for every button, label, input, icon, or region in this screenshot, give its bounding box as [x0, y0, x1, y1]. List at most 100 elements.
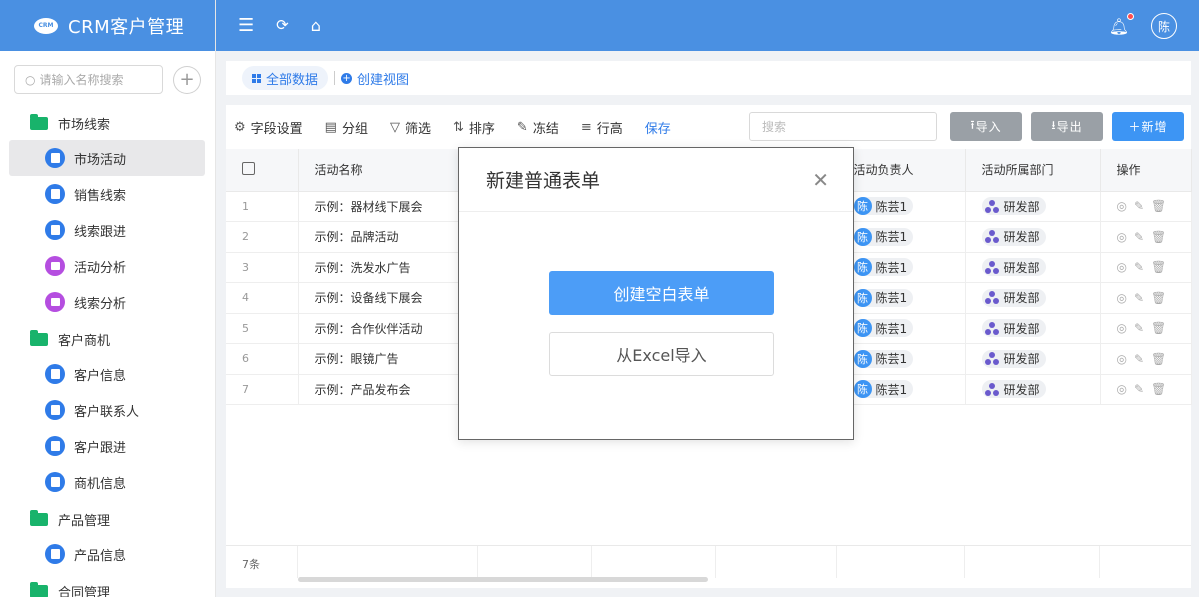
sidebar-item-opportunity[interactable]: 商机信息 [9, 464, 205, 500]
horizontal-scrollbar[interactable] [298, 577, 708, 582]
notification-dot [1127, 12, 1134, 20]
edit-icon[interactable]: ✎ [1134, 291, 1151, 305]
table-search-box[interactable] [749, 112, 937, 141]
view-icon[interactable]: ◎ [1117, 321, 1134, 335]
user-avatar-icon: 陈 [853, 197, 872, 216]
owner-cell[interactable]: 陈陈芸1 [837, 191, 966, 222]
sidebar-item-activity-analysis[interactable]: 活动分析 [9, 248, 205, 284]
form-icon [45, 472, 65, 492]
modal-header: 新建普通表单 ✕ [459, 148, 853, 212]
view-icon[interactable]: ◎ [1117, 291, 1134, 305]
sidebar-group-product[interactable]: 产品管理 [0, 502, 215, 536]
dept-cell[interactable]: 研发部 [965, 343, 1101, 375]
sidebar-item-market-activity[interactable]: 市场活动 [9, 140, 205, 176]
dept-cell[interactable]: 研发部 [965, 282, 1101, 314]
sidebar-item-lead-analysis[interactable]: 线索分析 [9, 284, 205, 320]
owner-name: 陈芸1 [875, 230, 908, 245]
checkbox[interactable] [242, 161, 255, 175]
home-icon[interactable]: ⌂ [311, 17, 321, 34]
sort-button[interactable]: ⇅ 排序 [453, 118, 495, 137]
trash-icon[interactable]: 🗑︎ [1151, 382, 1173, 396]
menu-icon[interactable]: ☰ [238, 16, 254, 35]
activity-name-cell[interactable]: 示例：产品发布会 [298, 374, 479, 405]
add-icon[interactable]: + [173, 65, 201, 94]
owner-cell[interactable]: 陈陈芸1 [837, 343, 966, 375]
label: 冻结 [532, 121, 559, 137]
trash-icon[interactable]: 🗑︎ [1151, 352, 1173, 366]
sidebar-group-contract[interactable]: 合同管理 [0, 574, 215, 597]
activity-name-cell[interactable]: 示例：合作伙伴活动 [298, 313, 479, 344]
dept-name: 研发部 [1003, 230, 1040, 244]
row-height-button[interactable]: ≡ 行高 [581, 118, 623, 137]
add-button[interactable]: ＋ 新增 [1112, 112, 1184, 141]
owner-cell[interactable]: 陈陈芸1 [837, 374, 966, 405]
edit-icon[interactable]: ✎ [1134, 321, 1151, 335]
edit-icon[interactable]: ✎ [1134, 382, 1151, 396]
activity-name-cell[interactable]: 示例：设备线下展会 [298, 282, 479, 314]
view-icon[interactable]: ◎ [1117, 260, 1134, 274]
trash-icon[interactable]: 🗑︎ [1151, 199, 1173, 213]
save-button[interactable]: 保存 [645, 118, 671, 137]
owner-name: 陈芸1 [875, 291, 908, 306]
activity-name-cell[interactable]: 示例：品牌活动 [298, 221, 479, 253]
field-settings-button[interactable]: ⚙ 字段设置 [234, 118, 303, 137]
import-excel-button[interactable]: 从Excel导入 [549, 332, 774, 376]
dept-cell[interactable]: 研发部 [965, 374, 1101, 405]
dept-cell[interactable]: 研发部 [965, 191, 1101, 222]
sidebar-item-product-info[interactable]: 产品信息 [9, 536, 205, 572]
edit-icon[interactable]: ✎ [1134, 199, 1151, 213]
table-search-input[interactable] [762, 119, 922, 134]
activity-name-cell[interactable]: 示例：器材线下展会 [298, 191, 479, 222]
view-all-data[interactable]: 全部数据 [242, 66, 329, 90]
sidebar-item-customer-info[interactable]: 客户信息 [9, 356, 205, 392]
dept-cell[interactable]: 研发部 [965, 252, 1101, 283]
owner-cell[interactable]: 陈陈芸1 [837, 282, 966, 314]
owner-cell[interactable]: 陈陈芸1 [837, 252, 966, 283]
dept-cell[interactable]: 研发部 [965, 313, 1101, 344]
user-avatar[interactable]: 陈 [1151, 13, 1177, 39]
trash-icon[interactable]: 🗑︎ [1151, 260, 1173, 274]
sidebar-group-customer[interactable]: 客户商机 [0, 322, 215, 356]
row-index: 2 [226, 221, 299, 253]
create-view-button[interactable]: + 创建视图 [341, 69, 409, 88]
view-icon[interactable]: ◎ [1117, 199, 1134, 213]
activity-name-cell[interactable]: 示例：眼镜广告 [298, 343, 479, 375]
crm-logo-icon: CRM [34, 17, 58, 34]
trash-icon[interactable]: 🗑︎ [1151, 291, 1173, 305]
view-icon[interactable]: ◎ [1117, 352, 1134, 366]
group-button[interactable]: ▤ 分组 [325, 118, 368, 137]
col-header-dept[interactable]: 活动所属部门 [965, 149, 1101, 192]
view-icon[interactable]: ◎ [1117, 382, 1134, 396]
close-icon[interactable]: ✕ [812, 168, 829, 192]
freeze-button[interactable]: ✎ 冻结 [517, 118, 559, 137]
col-header-owner[interactable]: 活动负责人 [837, 149, 966, 192]
create-blank-form-button[interactable]: 创建空白表单 [549, 271, 774, 315]
dept-cell[interactable]: 研发部 [965, 221, 1101, 253]
owner-cell[interactable]: 陈陈芸1 [837, 221, 966, 253]
sidebar-item-lead-followup[interactable]: 线索跟进 [9, 212, 205, 248]
col-header-name[interactable]: 活动名称 [298, 149, 479, 192]
sidebar-item-sales-leads[interactable]: 销售线索 [9, 176, 205, 212]
owner-cell[interactable]: 陈陈芸1 [837, 313, 966, 344]
export-button[interactable]: ⭳ 导出 [1031, 112, 1103, 141]
sidebar-search-input[interactable] [39, 72, 158, 87]
activity-name-cell[interactable]: 示例：洗发水广告 [298, 252, 479, 283]
label: 排序 [468, 121, 495, 137]
edit-icon[interactable]: ✎ [1134, 352, 1151, 366]
trash-icon[interactable]: 🗑︎ [1151, 230, 1173, 244]
sidebar-item-customer-contact[interactable]: 客户联系人 [9, 392, 205, 428]
trash-icon[interactable]: 🗑︎ [1151, 321, 1173, 335]
import-button[interactable]: ⭱ 导入 [950, 112, 1022, 141]
owner-name: 陈芸1 [875, 352, 908, 367]
sidebar-item-customer-followup[interactable]: 客户跟进 [9, 428, 205, 464]
refresh-icon[interactable]: ⟳ [276, 18, 289, 33]
view-icon[interactable]: ◎ [1117, 230, 1134, 244]
filter-button[interactable]: ▽ 筛选 [390, 118, 431, 137]
select-all-cell[interactable] [226, 149, 299, 192]
sidebar-group-market[interactable]: 市场线索 [0, 106, 215, 140]
edit-icon[interactable]: ✎ [1134, 260, 1151, 274]
edit-icon[interactable]: ✎ [1134, 230, 1151, 244]
sidebar-search-box[interactable]: ○ [14, 65, 164, 94]
label: 导出 [1056, 120, 1083, 134]
bell-icon[interactable]: 🔔︎ [1109, 12, 1134, 36]
